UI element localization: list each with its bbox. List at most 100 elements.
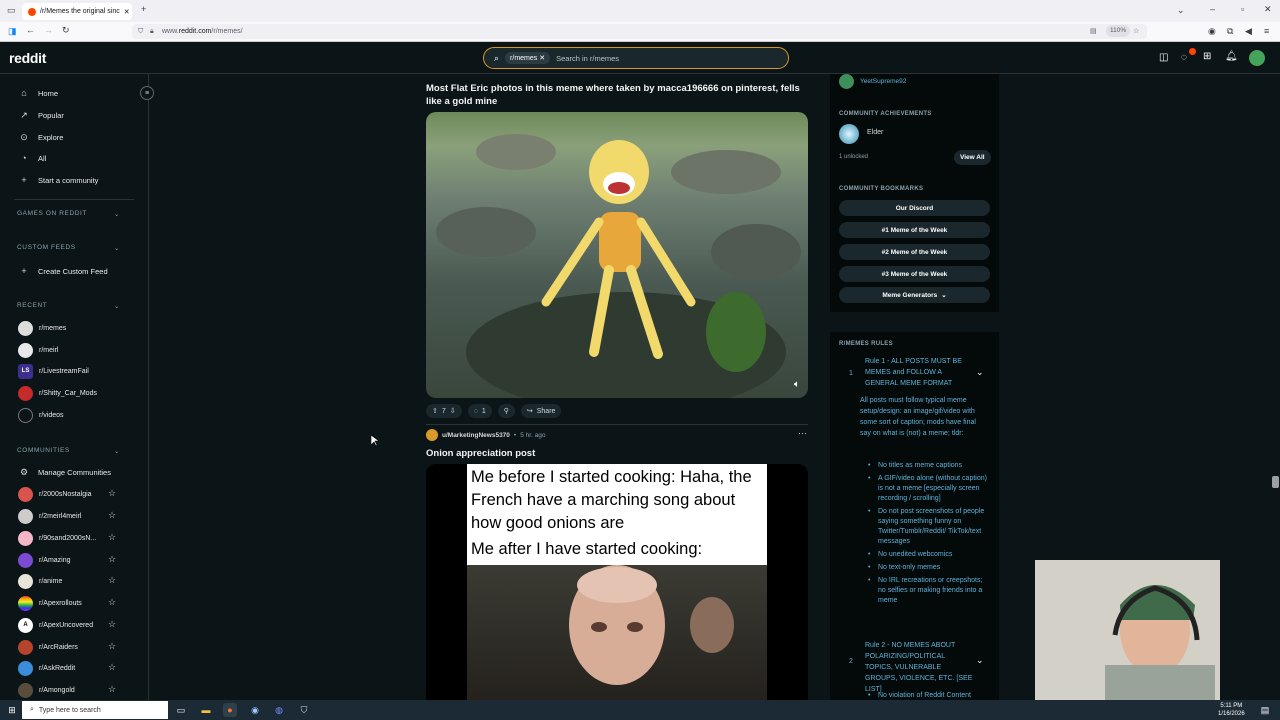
comments-button[interactable]: ◌ 1: [467, 404, 492, 418]
close-window-icon[interactable]: ✕: [1264, 5, 1272, 14]
post-title[interactable]: Most Flat Eric photos in this meme where…: [426, 82, 806, 108]
new-tab-icon[interactable]: +: [141, 5, 146, 14]
community-item[interactable]: r/Amongold: [18, 682, 120, 698]
reload-icon[interactable]: ↻: [62, 26, 70, 35]
award-button[interactable]: ⚲: [497, 404, 515, 418]
recent-item[interactable]: r/videos: [18, 407, 120, 423]
favorite-star-icon[interactable]: ☆: [108, 510, 116, 521]
browser-tab[interactable]: /r/Memes the original sinc ✕: [22, 3, 132, 20]
chevron-down-icon[interactable]: ⌄: [976, 655, 984, 666]
audio-icon[interactable]: ◀︎: [1245, 27, 1252, 36]
favorite-star-icon[interactable]: ☆: [108, 575, 116, 586]
community-item[interactable]: r/90sand2000sN...: [18, 530, 120, 546]
reader-view-icon[interactable]: ▤: [1090, 24, 1097, 39]
nav-all[interactable]: ◔ All: [18, 150, 46, 166]
upvote-icon[interactable]: ⇧: [432, 407, 438, 415]
obs-icon[interactable]: ◍: [272, 703, 286, 717]
post-title[interactable]: Onion appreciation post: [426, 447, 535, 460]
recent-item[interactable]: LS r/LivestreamFail: [18, 363, 120, 379]
community-item[interactable]: r/AskReddit: [18, 660, 120, 676]
recent-header[interactable]: RECENT ⌄: [17, 302, 120, 310]
notification-center-icon[interactable]: ▤: [1258, 703, 1272, 717]
steam-icon[interactable]: ◉: [248, 703, 262, 717]
file-explorer-icon[interactable]: ▬: [199, 703, 213, 717]
community-item[interactable]: Ar/ApexUncovered: [18, 617, 120, 633]
games-section-header[interactable]: GAMES ON REDDIT ⌄: [17, 210, 120, 218]
task-view-icon[interactable]: ▭: [174, 703, 188, 717]
community-item[interactable]: r/Apexrollouts: [18, 595, 120, 611]
favorite-star-icon[interactable]: ☆: [108, 641, 116, 652]
page-scrollbar[interactable]: [1271, 74, 1280, 700]
search-scope-chip[interactable]: r/memes ✕: [505, 52, 551, 64]
sidebar-icon[interactable]: ◨: [8, 27, 17, 36]
moderator-name[interactable]: YeetSupreme92: [860, 78, 906, 85]
recent-item[interactable]: r/Shitty_Car_Mods: [18, 385, 120, 401]
bookmark-meme-week-1[interactable]: #1 Meme of the Week: [839, 222, 990, 238]
community-item[interactable]: r/ArcRaiders: [18, 639, 120, 655]
avatar[interactable]: [1249, 50, 1265, 66]
advertise-icon[interactable]: ◫: [1159, 52, 1168, 63]
extension-icon[interactable]: ◉: [1208, 27, 1216, 36]
community-item[interactable]: r/Amazing: [18, 552, 120, 568]
community-item[interactable]: r/2meirl4meirl: [18, 508, 120, 524]
mute-icon[interactable]: 🔈︎: [794, 379, 800, 390]
create-post-icon[interactable]: ⊞: [1203, 51, 1211, 62]
favorite-star-icon[interactable]: ☆: [108, 488, 116, 499]
post-author[interactable]: u/MarketingNews5370: [442, 432, 510, 439]
create-custom-feed[interactable]: + Create Custom Feed: [18, 263, 107, 279]
vote-control[interactable]: ⇧ 7 ⇩: [426, 404, 462, 418]
windows-start-icon[interactable]: ⊞: [5, 703, 19, 717]
favorite-star-icon[interactable]: ☆: [108, 597, 116, 608]
menu-icon[interactable]: ≡: [1264, 27, 1269, 36]
post-video[interactable]: 🔈︎: [426, 112, 808, 398]
bookmark-meme-week-3[interactable]: #3 Meme of the Week: [839, 266, 990, 282]
scrollbar-thumb[interactable]: [1272, 476, 1279, 488]
collapse-sidebar-icon[interactable]: ≡: [140, 86, 154, 100]
maximize-icon[interactable]: ▫: [1241, 5, 1244, 14]
shield-app-icon[interactable]: ⛉: [297, 703, 311, 717]
recent-item[interactable]: r/memes: [18, 320, 120, 336]
chevron-down-icon[interactable]: ⌄: [976, 367, 984, 378]
search-input[interactable]: Search in r/memes: [556, 54, 619, 63]
zoom-level[interactable]: 110%: [1106, 25, 1131, 37]
bookmark-star-icon[interactable]: ☆: [1133, 24, 1139, 39]
close-tab-icon[interactable]: ✕: [124, 8, 132, 16]
tab-list-icon[interactable]: ⌄: [1177, 6, 1185, 15]
favorite-star-icon[interactable]: ☆: [108, 532, 116, 543]
sidebar-toggle-icon[interactable]: ▭: [7, 6, 16, 15]
nav-explore[interactable]: ⊙ Explore: [18, 129, 63, 145]
firefox-icon[interactable]: ●: [223, 703, 237, 717]
author-avatar[interactable]: [426, 429, 438, 441]
back-icon[interactable]: ←: [26, 26, 35, 35]
share-button[interactable]: ↪ Share: [520, 404, 562, 418]
bookmark-discord[interactable]: Our Discord: [839, 200, 990, 216]
view-all-button[interactable]: View All: [954, 150, 991, 165]
more-options-icon[interactable]: ⋯: [798, 428, 807, 439]
bookmark-meme-week-2[interactable]: #2 Meme of the Week: [839, 244, 990, 260]
favorite-star-icon[interactable]: ☆: [108, 684, 116, 695]
remove-chip-icon[interactable]: ✕: [539, 55, 545, 62]
community-item[interactable]: r/2000sNostalgia: [18, 486, 120, 502]
communities-header[interactable]: COMMUNITIES ⌄: [17, 447, 120, 455]
taskbar-search[interactable]: ⌕ Type here to search: [22, 701, 168, 719]
rule-2-title[interactable]: Rule 2 - NO MEMES ABOUT POLARIZING/POLIT…: [865, 640, 973, 695]
system-clock[interactable]: 5:11 PM 1/16/2026: [1218, 702, 1245, 718]
forward-icon[interactable]: →: [44, 26, 53, 35]
downvote-icon[interactable]: ⇩: [450, 407, 456, 415]
recent-item[interactable]: r/meirl: [18, 342, 120, 358]
chat-icon[interactable]: ◌: [1181, 52, 1187, 63]
nav-home[interactable]: ⌂ Home: [18, 85, 58, 101]
minimize-icon[interactable]: –: [1210, 5, 1215, 14]
post-image[interactable]: Me before I started cooking: Haha, the F…: [426, 464, 808, 700]
favorite-star-icon[interactable]: ☆: [108, 662, 116, 673]
manage-communities[interactable]: ⚙ Manage Communities: [18, 464, 111, 480]
nav-popular[interactable]: ↗ Popular: [18, 107, 64, 123]
custom-feeds-header[interactable]: CUSTOM FEEDS ⌄: [17, 244, 120, 252]
community-item[interactable]: r/anime: [18, 573, 120, 589]
nav-start-community[interactable]: + Start a community: [18, 172, 98, 188]
favorite-star-icon[interactable]: ☆: [108, 619, 116, 630]
favorite-star-icon[interactable]: ☆: [108, 554, 116, 565]
notifications-icon[interactable]: 🔔︎: [1225, 51, 1238, 62]
bookmark-meme-generators[interactable]: Meme Generators ⌄: [839, 287, 990, 303]
rule-1-title[interactable]: Rule 1 - ALL POSTS MUST BE MEMES and FOL…: [865, 356, 973, 389]
